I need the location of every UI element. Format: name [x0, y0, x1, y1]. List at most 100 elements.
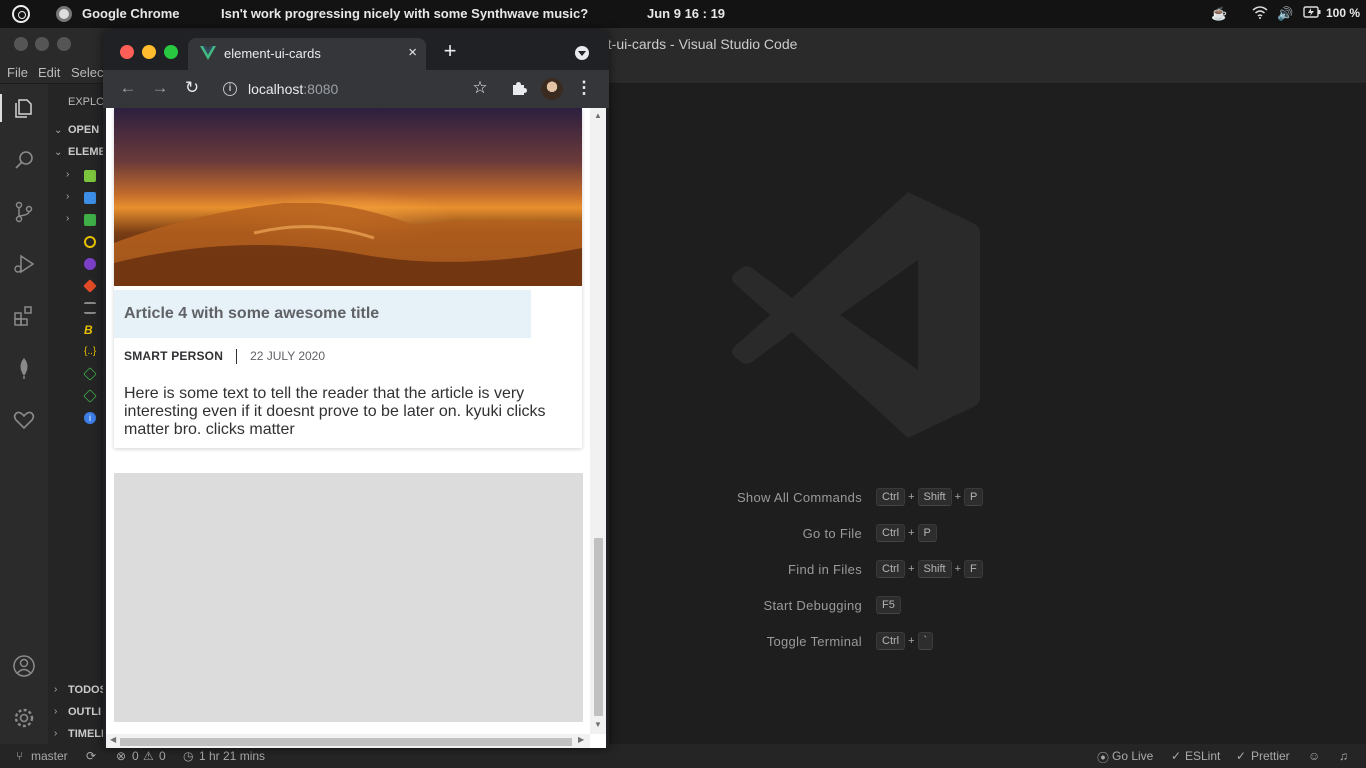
- scroll-down-icon[interactable]: ▼: [594, 720, 602, 729]
- active-indicator: [0, 94, 2, 122]
- vscode-minimize-button[interactable]: [35, 37, 49, 51]
- coffee-icon[interactable]: ☕: [1211, 6, 1227, 22]
- babel-file-icon[interactable]: B: [84, 324, 96, 336]
- todos-section[interactable]: TODOS: [68, 684, 107, 696]
- maximize-window-button[interactable]: [164, 45, 178, 59]
- site-info-icon[interactable]: i: [223, 82, 237, 96]
- error-icon[interactable]: ⊗: [116, 749, 126, 763]
- git-branch[interactable]: master: [31, 749, 68, 763]
- shortcut-label[interactable]: Toggle Terminal: [767, 634, 862, 649]
- bookmark-star-icon[interactable]: ☆: [470, 78, 490, 98]
- file-icon[interactable]: [84, 236, 96, 248]
- node-file-icon[interactable]: [83, 389, 97, 403]
- branch-icon[interactable]: ⑂: [16, 749, 23, 763]
- article-card[interactable]: Article 4 with some awesome title SMART …: [114, 108, 582, 448]
- browser-tab[interactable]: element-ui-cards ×: [188, 38, 426, 70]
- forward-icon[interactable]: →: [150, 78, 170, 98]
- scroll-right-icon[interactable]: ▶: [578, 735, 584, 744]
- card-title[interactable]: Article 4 with some awesome title: [124, 305, 379, 323]
- address-bar[interactable]: i localhost:8080: [211, 74, 501, 104]
- shortcut-label[interactable]: Start Debugging: [764, 598, 862, 613]
- open-editors-section[interactable]: OPEN E: [68, 124, 108, 136]
- chevron-right-icon[interactable]: ›: [66, 169, 69, 180]
- close-tab-icon[interactable]: ×: [408, 44, 417, 61]
- outline-section[interactable]: OUTLI: [68, 706, 101, 718]
- shortcut-go-to-file: Go to File Ctrl + P: [700, 524, 1020, 560]
- shortcut-label[interactable]: Find in Files: [788, 562, 862, 577]
- info-file-icon[interactable]: i: [84, 412, 96, 424]
- horizontal-scroll-thumb[interactable]: [120, 738, 572, 746]
- file-icon[interactable]: [84, 258, 96, 270]
- wifi-icon[interactable]: [1252, 6, 1268, 22]
- mongodb-leaf-icon[interactable]: [12, 356, 36, 380]
- account-icon[interactable]: [12, 654, 36, 678]
- chevron-down-icon[interactable]: ⌄: [54, 147, 62, 158]
- eslint-status[interactable]: ESLint: [1185, 749, 1220, 763]
- chevron-right-icon[interactable]: ›: [66, 191, 69, 202]
- close-window-button[interactable]: [120, 45, 134, 59]
- key: Ctrl: [876, 524, 906, 542]
- folder-icon[interactable]: [84, 214, 96, 226]
- new-tab-button[interactable]: +: [439, 40, 461, 62]
- menu-selection[interactable]: Selec: [71, 65, 104, 80]
- vscode-close-button[interactable]: [14, 37, 28, 51]
- card-image: [114, 108, 582, 286]
- prettier-status[interactable]: Prettier: [1251, 749, 1290, 763]
- warning-count[interactable]: 0: [159, 749, 166, 763]
- timeline-section[interactable]: TIMELI: [68, 728, 104, 740]
- shortcut-label[interactable]: Go to File: [803, 526, 862, 541]
- go-live-button[interactable]: Go Live: [1112, 749, 1153, 763]
- search-icon[interactable]: [12, 148, 36, 172]
- sync-icon[interactable]: ⟳: [86, 749, 96, 763]
- vertical-scroll-thumb[interactable]: [594, 538, 603, 716]
- warning-icon[interactable]: ⚠: [143, 749, 154, 763]
- menu-file[interactable]: File: [7, 65, 28, 80]
- settings-gear-icon[interactable]: [12, 706, 36, 730]
- active-app-name[interactable]: Google Chrome: [82, 6, 180, 21]
- scroll-left-icon[interactable]: ◀: [110, 735, 116, 744]
- chevron-right-icon[interactable]: ›: [54, 728, 57, 739]
- file-icon[interactable]: [84, 302, 96, 314]
- time-tracker[interactable]: 1 hr 21 mins: [199, 749, 265, 763]
- menu-edit[interactable]: Edit: [38, 65, 60, 80]
- folder-icon[interactable]: [84, 192, 96, 204]
- volume-icon[interactable]: 🔊: [1277, 6, 1293, 22]
- back-icon[interactable]: ←: [118, 78, 138, 98]
- scroll-up-icon[interactable]: ▲: [594, 111, 602, 120]
- run-debug-icon[interactable]: [12, 252, 36, 276]
- chevron-down-icon[interactable]: ⌄: [54, 125, 62, 136]
- tab-search-icon[interactable]: [575, 46, 589, 60]
- clock[interactable]: Jun 9 16 : 19: [647, 6, 725, 21]
- broadcast-icon[interactable]: ⦿: [1097, 749, 1109, 766]
- vscode-maximize-button[interactable]: [57, 37, 71, 51]
- node-file-icon[interactable]: [83, 367, 97, 381]
- chevron-right-icon[interactable]: ›: [54, 706, 57, 717]
- heart-icon[interactable]: [12, 408, 36, 432]
- ubuntu-logo-icon[interactable]: [12, 5, 30, 23]
- bell-icon[interactable]: ♫: [1339, 749, 1348, 763]
- error-count[interactable]: 0: [132, 749, 139, 763]
- shortcut-label[interactable]: Show All Commands: [737, 490, 862, 505]
- vscode-window-title: nt-ui-cards - Visual Studio Code: [600, 36, 798, 52]
- profile-avatar[interactable]: [541, 78, 563, 100]
- history-icon[interactable]: ◷: [183, 749, 193, 763]
- battery-icon[interactable]: [1303, 6, 1321, 21]
- vertical-scrollbar[interactable]: ▲ ▼: [590, 108, 606, 734]
- extensions-icon[interactable]: [12, 304, 36, 328]
- chevron-right-icon[interactable]: ›: [66, 213, 69, 224]
- git-file-icon[interactable]: [83, 279, 97, 293]
- project-section[interactable]: ELEME: [68, 146, 106, 158]
- folder-icon[interactable]: [84, 170, 96, 182]
- json-file-icon[interactable]: {..}: [84, 346, 100, 358]
- url-text[interactable]: localhost:8080: [248, 81, 338, 97]
- extensions-puzzle-icon[interactable]: [509, 78, 529, 98]
- menu-kebab-icon[interactable]: ⋮: [574, 78, 594, 98]
- feedback-icon[interactable]: ☺: [1308, 749, 1320, 763]
- notification-text[interactable]: Isn't work progressing nicely with some …: [221, 6, 588, 21]
- horizontal-scrollbar[interactable]: ◀ ▶: [106, 734, 590, 748]
- chevron-right-icon[interactable]: ›: [54, 684, 57, 695]
- reload-icon[interactable]: ↻: [182, 78, 202, 98]
- minimize-window-button[interactable]: [142, 45, 156, 59]
- source-control-icon[interactable]: [12, 200, 36, 224]
- explorer-icon[interactable]: [12, 96, 36, 120]
